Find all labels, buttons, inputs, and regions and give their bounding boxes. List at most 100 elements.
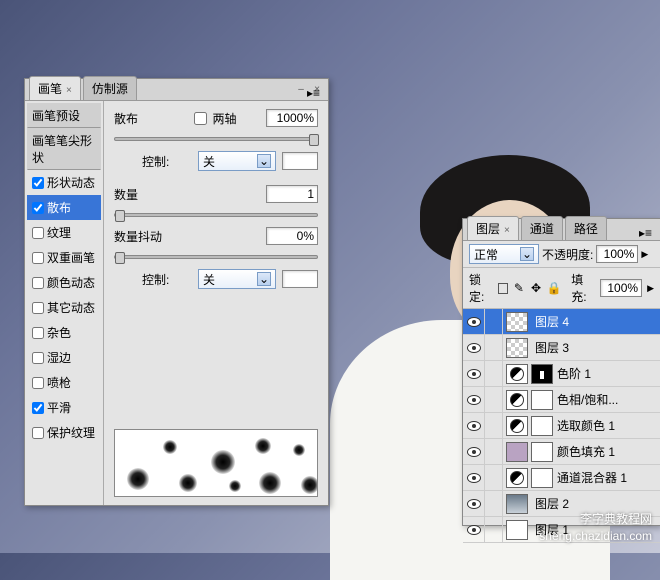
visibility-toggle[interactable] [463,491,485,516]
scatter-input[interactable] [266,109,318,127]
sidebar-item-双重画笔[interactable]: 双重画笔 [27,245,101,270]
link-column[interactable] [485,465,503,490]
checkbox[interactable] [32,377,44,389]
panel-menu-icon[interactable]: ▸≡ [635,226,656,240]
sidebar-item-平滑[interactable]: 平滑 [27,395,101,420]
checkbox[interactable] [32,227,44,239]
scatter-slider[interactable] [114,137,318,141]
tab-clone-source[interactable]: 仿制源 [83,76,137,100]
link-column[interactable] [485,491,503,516]
checkbox[interactable] [32,202,44,214]
mask-thumbnail[interactable] [531,364,553,384]
tab-paths[interactable]: 路径 [565,216,607,240]
lock-move-icon[interactable]: ✥ [530,281,542,295]
layer-name[interactable]: 色阶 1 [553,365,660,382]
layer-thumbnail[interactable] [506,520,528,540]
link-column[interactable] [485,413,503,438]
sidebar-item-杂色[interactable]: 杂色 [27,320,101,345]
link-column[interactable] [485,387,503,412]
link-column[interactable] [485,517,503,542]
sidebar-item-其它动态[interactable]: 其它动态 [27,295,101,320]
mask-thumbnail[interactable] [531,442,553,462]
checkbox[interactable] [32,302,44,314]
both-axes-checkbox[interactable] [194,112,207,125]
sidebar-item-颜色动态[interactable]: 颜色动态 [27,270,101,295]
sidebar-item-纹理[interactable]: 纹理 [27,220,101,245]
layer-name[interactable]: 图层 4 [531,313,660,330]
fill-input[interactable] [600,279,642,297]
link-column[interactable] [485,361,503,386]
checkbox[interactable] [32,177,44,189]
visibility-toggle[interactable] [463,361,485,386]
blend-mode-select[interactable]: 正常⌄ [469,244,539,264]
visibility-toggle[interactable] [463,517,485,542]
layer-row[interactable]: 颜色填充 1 [463,439,660,465]
layer-thumbnail[interactable] [506,468,528,488]
layer-row[interactable]: 通道混合器 1 [463,465,660,491]
visibility-toggle[interactable] [463,465,485,490]
control2-select[interactable]: 关⌄ [198,269,276,289]
close-icon[interactable]: × [66,85,72,96]
visibility-toggle[interactable] [463,413,485,438]
link-column[interactable] [485,439,503,464]
layer-thumbnail[interactable] [506,364,528,384]
chevron-right-icon[interactable]: ▶ [647,283,654,294]
control1-swatch[interactable] [282,152,318,170]
tab-brush[interactable]: 画笔× [29,76,81,100]
layer-row[interactable]: 图层 3 [463,335,660,361]
layer-name[interactable]: 图层 3 [531,339,660,356]
control1-select[interactable]: 关⌄ [198,151,276,171]
lock-transparent-icon[interactable] [498,283,508,294]
layer-thumbnail[interactable] [506,390,528,410]
layer-name[interactable]: 色相/饱和... [553,391,660,408]
mask-thumbnail[interactable] [531,416,553,436]
lock-all-icon[interactable]: 🔒 [547,281,561,295]
count-input[interactable] [266,185,318,203]
checkbox[interactable] [32,252,44,264]
mask-thumbnail[interactable] [531,390,553,410]
checkbox[interactable] [32,402,44,414]
count-jitter-slider[interactable] [114,255,318,259]
sidebar-item-形状动态[interactable]: 形状动态 [27,170,101,195]
checkbox[interactable] [32,327,44,339]
layer-row[interactable]: 色阶 1 [463,361,660,387]
tab-channels[interactable]: 通道 [521,216,563,240]
control2-swatch[interactable] [282,270,318,288]
count-jitter-input[interactable] [266,227,318,245]
tab-layers[interactable]: 图层× [467,216,519,240]
visibility-toggle[interactable] [463,309,485,334]
sidebar-brush-preset[interactable]: 画笔预设 [27,103,101,128]
layer-row[interactable]: 图层 4 [463,309,660,335]
visibility-toggle[interactable] [463,387,485,412]
layer-row[interactable]: 选取颜色 1 [463,413,660,439]
mask-thumbnail[interactable] [531,468,553,488]
checkbox[interactable] [32,277,44,289]
layer-thumbnail[interactable] [506,416,528,436]
link-column[interactable] [485,309,503,334]
link-column[interactable] [485,335,503,360]
layer-thumbnail[interactable] [506,312,528,332]
close-icon[interactable]: × [504,225,510,236]
sidebar-item-湿边[interactable]: 湿边 [27,345,101,370]
layer-name[interactable]: 颜色填充 1 [553,443,660,460]
sidebar-tip-shape[interactable]: 画笔笔尖形状 [27,128,101,170]
layer-name[interactable]: 图层 2 [531,495,660,512]
visibility-toggle[interactable] [463,335,485,360]
chevron-right-icon[interactable]: ▶ [641,249,648,260]
minimize-icon[interactable]: – [294,82,308,96]
checkbox[interactable] [32,427,44,439]
layer-thumbnail[interactable] [506,442,528,462]
layer-thumbnail[interactable] [506,338,528,358]
sidebar-item-保护纹理[interactable]: 保护纹理 [27,420,101,445]
sidebar-item-散布[interactable]: 散布 [27,195,101,220]
layer-name[interactable]: 通道混合器 1 [553,469,660,486]
close-panel-icon[interactable]: × [310,82,324,96]
layer-name[interactable]: 选取颜色 1 [553,417,660,434]
layer-row[interactable]: 色相/饱和... [463,387,660,413]
opacity-input[interactable] [596,245,638,263]
checkbox[interactable] [32,352,44,364]
visibility-toggle[interactable] [463,439,485,464]
lock-paint-icon[interactable]: ✎ [513,281,525,295]
count-slider[interactable] [114,213,318,217]
sidebar-item-喷枪[interactable]: 喷枪 [27,370,101,395]
